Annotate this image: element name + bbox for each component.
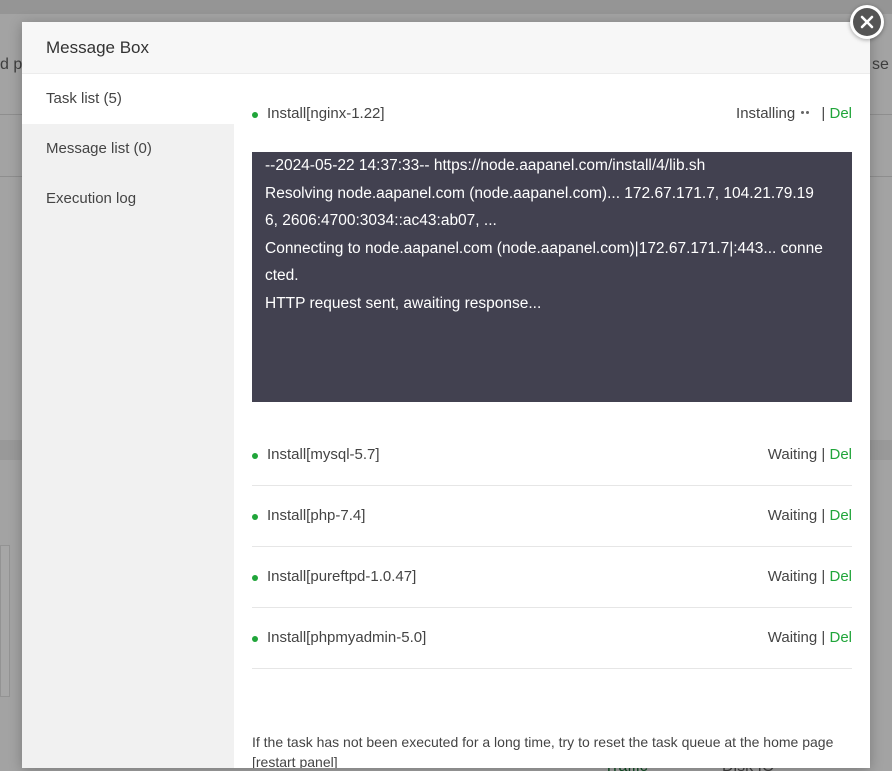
task-name: Install[pureftpd-1.0.47] (267, 568, 417, 585)
task-status: Waiting (767, 629, 818, 646)
background-text-fragment: se s (872, 56, 892, 73)
status-dot-icon (252, 575, 258, 581)
task-status-group: Installing | Del (736, 105, 852, 122)
queue-reset-hint: If the task has not been executed for a … (252, 734, 834, 768)
separator: | (821, 105, 826, 122)
task-row: Install[mysql-5.7] Waiting | Del (252, 425, 852, 486)
delete-task-link[interactable]: Del (829, 507, 852, 524)
task-row: Install[phpmyadmin-5.0] Waiting | Del (252, 608, 852, 669)
status-dot-icon (252, 453, 258, 459)
task-name: Install[phpmyadmin-5.0] (267, 629, 427, 646)
task-status: Waiting (767, 568, 818, 585)
dialog-sidebar: Task list (5) Message list (0) Execution… (22, 74, 234, 768)
delete-task-link[interactable]: Del (829, 568, 852, 585)
background-top-bar (0, 0, 892, 14)
loading-dots-icon (801, 111, 811, 115)
status-dot-icon (252, 514, 258, 520)
task-status: Waiting (767, 446, 818, 463)
sidebar-item-label: Message list (0) (46, 140, 152, 157)
task-status-group: Waiting | Del (768, 507, 852, 524)
task-row: Install[php-7.4] Waiting | Del (252, 486, 852, 547)
message-box-dialog: Message Box Task list (5) Message list (… (22, 22, 870, 768)
separator: | (821, 446, 826, 463)
task-name: Install[php-7.4] (267, 507, 366, 524)
task-status-group: Waiting | Del (768, 446, 852, 463)
log-line: 6, 2606:4700:3034::ac43:ab07, ... (265, 212, 497, 229)
task-status-group: Waiting | Del (768, 568, 852, 585)
dialog-title: Message Box (46, 38, 149, 57)
background-card (0, 545, 10, 697)
task-row: Install[pureftpd-1.0.47] Waiting | Del (252, 547, 852, 608)
task-list-panel: Install[nginx-1.22] Installing | Del --2… (252, 74, 852, 768)
sidebar-item-task-list[interactable]: Task list (5) (22, 74, 234, 124)
close-button[interactable] (850, 5, 884, 39)
task-status-group: Waiting | Del (768, 629, 852, 646)
delete-task-link[interactable]: Del (829, 105, 852, 122)
sidebar-item-execution-log[interactable]: Execution log (22, 174, 234, 224)
log-line: Resolving node.aapanel.com (node.aapanel… (265, 184, 814, 202)
task-status: Waiting (767, 507, 818, 524)
status-dot-icon (252, 112, 258, 118)
log-line: HTTP request sent, awaiting response... (265, 294, 542, 312)
sidebar-item-label: Execution log (46, 190, 137, 207)
task-name: Install[mysql-5.7] (267, 446, 380, 463)
sidebar-item-label: Task list (5) (46, 90, 122, 107)
separator: | (821, 629, 826, 646)
sidebar-item-message-list[interactable]: Message list (0) (22, 124, 234, 174)
dialog-header: Message Box (22, 22, 870, 74)
task-row: Install[nginx-1.22] Installing | Del (252, 84, 852, 144)
log-line: Connecting to node.aapanel.com (node.aap… (265, 239, 823, 257)
delete-task-link[interactable]: Del (829, 446, 852, 463)
separator: | (821, 568, 826, 585)
status-dot-icon (252, 636, 258, 642)
log-line: --2024-05-22 14:37:33-- https://node.aap… (265, 157, 706, 174)
task-status: Installing (736, 105, 796, 122)
install-log-output[interactable]: --2024-05-22 14:37:33-- https://node.aap… (252, 152, 852, 402)
delete-task-link[interactable]: Del (829, 629, 852, 646)
separator: | (821, 507, 826, 524)
task-name: Install[nginx-1.22] (267, 105, 385, 122)
log-line: cted. (265, 267, 299, 284)
close-icon (860, 15, 874, 29)
background-text-fragment: d p (0, 56, 23, 73)
